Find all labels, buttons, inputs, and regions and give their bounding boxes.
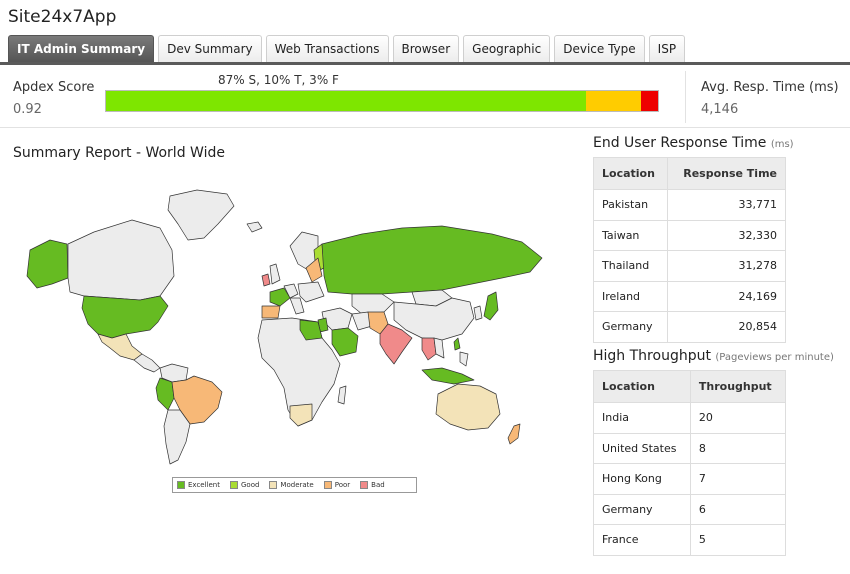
panel-divider — [685, 71, 686, 123]
table-row: Germany 6 — [593, 493, 787, 525]
apdex-value: 0.92 — [13, 102, 42, 117]
legend-item-bad: Bad — [360, 481, 385, 489]
table-row: Pakistan 33,771 — [592, 189, 786, 221]
country-greenland[interactable] — [167, 189, 235, 241]
legend-swatch-moderate — [269, 481, 278, 489]
legend-item-good: Good — [229, 481, 259, 489]
country-thailand[interactable] — [421, 337, 437, 361]
country-spain[interactable] — [261, 305, 281, 319]
tab-bar: IT Admin Summary Dev Summary Web Transac… — [8, 35, 686, 62]
region-argentina-chile[interactable] — [163, 409, 191, 465]
legend-item-excellent: Excellent — [177, 481, 220, 489]
map-legend: Excellent Good Moderate Poor Bad — [172, 477, 417, 493]
tab-isp[interactable]: ISP — [648, 35, 686, 62]
legend-item-poor: Poor — [323, 481, 350, 489]
country-alaska[interactable] — [26, 239, 69, 289]
country-united-states[interactable] — [81, 295, 169, 339]
legend-swatch-bad — [360, 481, 369, 489]
country-new-zealand[interactable] — [507, 423, 521, 445]
avg-response-value: 4,146 — [701, 102, 739, 117]
apdex-bar — [105, 90, 659, 112]
table-row: France 5 — [593, 524, 787, 556]
response-time-title: End User Response Time (ms) — [593, 135, 794, 151]
table-row: Germany 20,854 — [592, 311, 786, 343]
response-time-table: Location Response Time Pakistan 33,771 Ta… — [592, 157, 786, 343]
country-taiwan[interactable] — [453, 337, 461, 351]
apdex-panel: Apdex Score 0.92 87% S, 10% T, 3% F Avg.… — [0, 65, 850, 128]
apdex-satisfied-segment — [106, 91, 587, 111]
throughput-table: Location Throughput India 20 United State… — [593, 370, 787, 556]
tab-browser[interactable]: Browser — [392, 35, 460, 62]
country-indonesia[interactable] — [421, 367, 475, 385]
legend-swatch-excellent — [177, 481, 185, 489]
table-row: Hong Kong 7 — [593, 463, 787, 495]
country-korea[interactable] — [473, 305, 483, 321]
country-russia[interactable] — [321, 225, 543, 295]
country-iceland[interactable] — [246, 221, 263, 233]
table-row: Taiwan 32,330 — [592, 219, 786, 251]
tab-dev-summary[interactable]: Dev Summary — [158, 35, 262, 62]
tab-web-transactions[interactable]: Web Transactions — [265, 35, 389, 62]
apdex-frustrated-segment — [641, 91, 658, 111]
apdex-label: Apdex Score — [13, 80, 95, 95]
tab-device-type[interactable]: Device Type — [554, 35, 645, 62]
world-map — [22, 188, 567, 470]
legend-item-moderate: Moderate — [269, 481, 314, 489]
legend-swatch-poor — [323, 481, 332, 489]
country-peru[interactable] — [155, 377, 175, 411]
column-header-location: Location — [592, 157, 669, 190]
throughput-title: High Throughput (Pageviews per minute) — [593, 348, 834, 364]
app-title: Site24x7App — [8, 7, 117, 27]
tab-geographic[interactable]: Geographic — [463, 35, 551, 62]
column-header-response-time: Response Time — [667, 157, 786, 190]
region-central-america[interactable] — [133, 353, 161, 373]
table-header-row: Location Throughput — [593, 370, 787, 403]
country-mexico[interactable] — [97, 333, 143, 361]
apdex-tolerating-segment — [586, 91, 642, 111]
tab-it-admin-summary[interactable]: IT Admin Summary — [8, 35, 155, 62]
country-philippines[interactable] — [459, 351, 469, 367]
avg-response-label: Avg. Resp. Time (ms) — [701, 80, 839, 95]
country-united-kingdom[interactable] — [269, 263, 281, 285]
table-row: India 20 — [593, 402, 787, 434]
country-madagascar[interactable] — [337, 385, 347, 405]
country-australia[interactable] — [435, 383, 501, 431]
region-eastern-europe[interactable] — [297, 281, 325, 303]
country-south-africa[interactable] — [289, 403, 313, 427]
column-header-throughput: Throughput — [689, 370, 787, 403]
apdex-summary: 87% S, 10% T, 3% F — [218, 73, 339, 87]
table-header-row: Location Response Time — [592, 157, 786, 190]
country-italy[interactable] — [289, 297, 305, 315]
map-title: Summary Report - World Wide — [13, 145, 225, 161]
country-kazakhstan[interactable] — [351, 293, 395, 315]
country-japan[interactable] — [483, 291, 499, 321]
column-header-location: Location — [593, 370, 691, 403]
legend-swatch-good — [229, 481, 238, 489]
table-row: United States 8 — [593, 432, 787, 464]
world-map-svg — [26, 189, 543, 465]
country-canada[interactable] — [67, 219, 175, 301]
table-row: Ireland 24,169 — [592, 280, 786, 312]
country-saudi-arabia[interactable] — [331, 327, 359, 357]
table-row: Thailand 31,278 — [592, 250, 786, 282]
country-ireland[interactable] — [261, 273, 271, 287]
region-indochina[interactable] — [433, 337, 445, 359]
